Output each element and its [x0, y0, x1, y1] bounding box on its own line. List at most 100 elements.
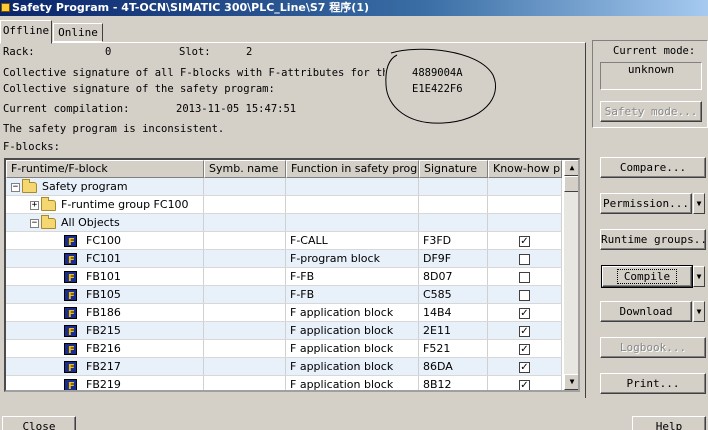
symb-cell [204, 358, 286, 375]
compile-button[interactable]: Compile [601, 265, 693, 288]
table-row[interactable]: + F-runtime group FC100 [6, 196, 562, 214]
symb-cell [204, 340, 286, 357]
col-header-fblock[interactable]: F-runtime/F-block [6, 160, 204, 178]
permission-dropdown-icon[interactable]: ▼ [693, 193, 705, 214]
block-name: FB101 [86, 270, 121, 283]
fblock-icon [64, 252, 77, 267]
table-row[interactable]: FB186 F application block 14B4 ✓ [6, 304, 562, 322]
symb-cell [204, 232, 286, 249]
knowhow-checkbox[interactable] [519, 271, 530, 283]
function-cell: F-FB [286, 268, 419, 285]
table-row[interactable]: FB217 F application block 86DA ✓ [6, 358, 562, 376]
function-cell: F-CALL [286, 232, 419, 249]
table-row[interactable]: − All Objects [6, 214, 562, 232]
folder-icon [41, 214, 56, 229]
col-header-function[interactable]: Function in safety program [286, 160, 419, 178]
tab-online[interactable]: Online [53, 23, 103, 42]
knowhow-checkbox[interactable]: ✓ [519, 361, 530, 373]
download-button[interactable]: Download [600, 301, 692, 322]
tree-label: Safety program [42, 180, 128, 193]
knowhow-cell [488, 214, 562, 231]
col-header-knowhow[interactable]: Know-how p [488, 160, 562, 178]
table-row[interactable]: FB101 F-FB 8D07 [6, 268, 562, 286]
function-cell: F application block [286, 376, 419, 390]
knowhow-cell [488, 196, 562, 213]
compare-button[interactable]: Compare... [600, 157, 706, 178]
table-row[interactable]: FB105 F-FB C585 [6, 286, 562, 304]
signature-cell: DF9F [419, 250, 488, 267]
block-name: FC100 [86, 234, 122, 247]
col-header-signature[interactable]: Signature [419, 160, 488, 178]
function-cell: F application block [286, 340, 419, 357]
knowhow-checkbox[interactable]: ✓ [519, 379, 530, 390]
knowhow-checkbox[interactable]: ✓ [519, 307, 530, 319]
function-cell [286, 178, 419, 195]
function-cell: F-FB [286, 286, 419, 303]
compilation-label: Current compilation: [3, 103, 130, 115]
folder-icon [41, 196, 56, 211]
function-cell: F application block [286, 322, 419, 339]
help-button[interactable]: Help [632, 416, 706, 430]
table-row[interactable]: − Safety program [6, 178, 562, 196]
tab-offline[interactable]: Offline [0, 20, 52, 44]
block-name: FB186 [86, 306, 121, 319]
scroll-down-icon[interactable]: ▼ [564, 374, 578, 390]
fblock-icon [64, 360, 77, 375]
table-row[interactable]: FB215 F application block 2E11 ✓ [6, 322, 562, 340]
vertical-scrollbar[interactable]: ▲ ▼ [564, 160, 578, 390]
logbook-button[interactable]: Logbook... [600, 337, 706, 358]
scroll-up-icon[interactable]: ▲ [564, 160, 578, 176]
download-dropdown-icon[interactable]: ▼ [693, 301, 705, 322]
fblock-icon [64, 324, 77, 339]
block-name: FB216 [86, 342, 121, 355]
print-button[interactable]: Print... [600, 373, 706, 394]
collective-fblocks-value: 4889004A [412, 67, 463, 79]
window-titlebar: Safety Program - 4T-OCN\SIMATIC 300\PLC_… [0, 0, 708, 16]
safety-mode-button[interactable]: Safety mode... [600, 101, 702, 122]
collapse-icon[interactable]: − [11, 182, 20, 192]
signature-cell: 2E11 [419, 322, 488, 339]
fblock-icon [64, 306, 77, 321]
function-cell: F application block [286, 358, 419, 375]
symb-cell [204, 286, 286, 303]
function-cell [286, 196, 419, 213]
symb-cell [204, 376, 286, 390]
collapse-icon[interactable]: − [30, 218, 39, 228]
function-cell: F application block [286, 304, 419, 321]
function-cell [286, 214, 419, 231]
runtime-groups-button[interactable]: Runtime groups... [600, 229, 708, 250]
fblocks-table: F-runtime/F-block Symb. name Function in… [4, 158, 580, 392]
collective-program-value: E1E422F6 [412, 83, 463, 95]
signature-cell: F521 [419, 340, 488, 357]
rack-value: 0 [105, 46, 112, 58]
scroll-thumb[interactable] [564, 176, 578, 192]
current-mode-value: unknown [600, 62, 702, 90]
block-name: FC101 [86, 252, 122, 265]
fblock-icon [64, 378, 77, 390]
fblocks-label: F-blocks: [3, 141, 60, 153]
tree-label: F-runtime group FC100 [61, 198, 189, 211]
compile-dropdown-icon[interactable]: ▼ [693, 266, 705, 287]
knowhow-checkbox[interactable]: ✓ [519, 235, 530, 247]
knowhow-checkbox[interactable] [519, 289, 530, 301]
knowhow-checkbox[interactable]: ✓ [519, 325, 530, 337]
symb-cell [204, 178, 286, 195]
knowhow-checkbox[interactable]: ✓ [519, 343, 530, 355]
slot-label: Slot: [179, 46, 211, 58]
slot-value: 2 [246, 46, 253, 58]
knowhow-checkbox[interactable] [519, 253, 530, 265]
signature-cell: 8D07 [419, 268, 488, 285]
compile-label: Compile [616, 269, 678, 284]
table-row[interactable]: FB216 F application block F521 ✓ [6, 340, 562, 358]
close-button[interactable]: Close [2, 416, 76, 430]
table-row[interactable]: FB219 F application block 8B12 ✓ [6, 376, 562, 390]
symb-cell [204, 268, 286, 285]
table-row[interactable]: FC101 F-program block DF9F [6, 250, 562, 268]
expand-icon[interactable]: + [30, 200, 39, 210]
block-name: FB215 [86, 324, 121, 337]
col-header-symb[interactable]: Symb. name [204, 160, 286, 178]
symb-cell [204, 322, 286, 339]
table-row[interactable]: FC100 F-CALL F3FD ✓ [6, 232, 562, 250]
signature-cell [419, 214, 488, 231]
permission-button[interactable]: Permission... [600, 193, 692, 214]
